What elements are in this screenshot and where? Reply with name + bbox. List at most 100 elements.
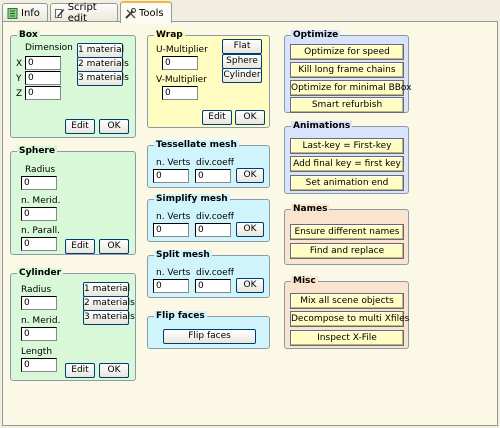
cylinder-ok-button[interactable]: OK: [99, 363, 129, 378]
cylinder-radius-field[interactable]: 0: [21, 296, 57, 310]
wrap-u-field[interactable]: 0: [162, 56, 198, 70]
box-x-label: X: [16, 59, 23, 69]
cylinder-1-material-button[interactable]: 1 material: [83, 282, 130, 297]
tessellate-group: Tessellate mesh n. Verts div.coeff 0 0 O…: [147, 140, 270, 188]
split-group: Split mesh n. Verts div.coeff 0 0 OK: [147, 250, 270, 298]
flip-title: Flip faces: [154, 311, 207, 321]
box-group: Box Dimension X 0 Y 0 Z 0 1 material 2 m…: [10, 30, 136, 138]
split-div-label: div.coeff: [196, 268, 234, 278]
add-final-key-button[interactable]: Add final key = first key: [290, 156, 404, 172]
wrap-edit-button[interactable]: Edit: [202, 110, 232, 125]
cylinder-2-materials-button[interactable]: 2 materials: [83, 296, 135, 311]
wrap-u-label: U-Multiplier: [156, 45, 208, 55]
script-edit-icon: [55, 8, 65, 18]
wrap-title: Wrap: [154, 30, 185, 40]
wrap-flat-button[interactable]: Flat: [222, 39, 262, 54]
optimize-minimal-bbox-button[interactable]: Optimize for minimal BBox: [290, 80, 411, 96]
simplify-group: Simplify mesh n. Verts div.coeff 0 0 OK: [147, 194, 270, 242]
cylinder-length-field[interactable]: 0: [21, 358, 57, 372]
sphere-merid-label: n. Merid.: [21, 196, 61, 206]
cylinder-length-label: Length: [21, 347, 53, 357]
optimize-for-speed-button[interactable]: Optimize for speed: [290, 44, 404, 60]
kill-long-frame-chains-button[interactable]: Kill long frame chains: [290, 62, 404, 78]
box-x-field[interactable]: 0: [25, 56, 61, 70]
sphere-radius-field[interactable]: 0: [21, 176, 57, 190]
sphere-radius-label: Radius: [25, 165, 56, 175]
tessellate-ok-button[interactable]: OK: [236, 168, 264, 183]
optimize-group: Optimize Optimize for speed Kill long fr…: [284, 30, 411, 113]
box-y-field[interactable]: 0: [25, 71, 61, 85]
wrap-ok-button[interactable]: OK: [235, 110, 265, 125]
cylinder-merid-field[interactable]: 0: [21, 327, 57, 341]
tab-script-edit[interactable]: Script edit: [50, 2, 118, 24]
tessellate-verts-label: n. Verts: [156, 158, 191, 168]
simplify-div-field[interactable]: 0: [195, 223, 231, 237]
sphere-ok-button[interactable]: OK: [99, 239, 129, 254]
tessellate-div-field[interactable]: 0: [195, 169, 231, 183]
wrap-group: Wrap U-Multiplier 0 V-Multiplier 0 Flat …: [147, 30, 270, 128]
tessellate-verts-field[interactable]: 0: [153, 169, 189, 183]
wrap-sphere-button[interactable]: Sphere: [222, 54, 262, 69]
split-title: Split mesh: [154, 250, 212, 260]
tessellate-title: Tessellate mesh: [154, 140, 239, 150]
simplify-verts-label: n. Verts: [156, 212, 191, 222]
sphere-merid-field[interactable]: 0: [21, 207, 57, 221]
tools-icon: [125, 7, 136, 19]
sphere-group: Sphere Radius 0 n. Merid. 0 n. Parall. 0…: [10, 146, 136, 255]
box-title: Box: [17, 30, 40, 40]
cylinder-3-materials-button[interactable]: 3 materials: [83, 310, 135, 325]
cylinder-edit-button[interactable]: Edit: [65, 363, 95, 378]
tab-info-label: Info: [21, 7, 40, 19]
cylinder-title: Cylinder: [17, 268, 64, 278]
info-icon: [7, 7, 18, 19]
wrap-cylinder-button[interactable]: Cylinder: [222, 68, 262, 83]
decompose-multi-xfiles-button[interactable]: Decompose to multi Xfiles: [290, 311, 409, 327]
sphere-edit-button[interactable]: Edit: [65, 239, 95, 254]
mix-all-scene-objects-button[interactable]: Mix all scene objects: [290, 293, 404, 309]
last-key-first-key-button[interactable]: Last-key = First-key: [290, 138, 404, 154]
cylinder-group: Cylinder Radius 0 n. Merid. 0 Length 0 1…: [10, 268, 136, 381]
box-edit-button[interactable]: Edit: [65, 119, 95, 134]
sphere-parall-field[interactable]: 0: [21, 237, 57, 251]
wrap-v-label: V-Multiplier: [156, 75, 207, 85]
simplify-title: Simplify mesh: [154, 194, 230, 204]
simplify-div-label: div.coeff: [196, 212, 234, 222]
misc-group: Misc Mix all scene objects Decompose to …: [284, 276, 409, 349]
simplify-verts-field[interactable]: 0: [153, 223, 189, 237]
box-ok-button[interactable]: OK: [99, 119, 129, 134]
inspect-x-file-button[interactable]: Inspect X-File: [290, 330, 404, 346]
tessellate-div-label: div.coeff: [196, 158, 234, 168]
box-1-material-button[interactable]: 1 material: [77, 43, 124, 58]
flip-faces-button[interactable]: Flip faces: [163, 329, 256, 344]
ensure-different-names-button[interactable]: Ensure different names: [290, 224, 404, 240]
names-group: Names Ensure different names Find and re…: [284, 204, 409, 265]
split-div-field[interactable]: 0: [195, 279, 231, 293]
names-title: Names: [291, 204, 330, 214]
misc-title: Misc: [291, 276, 318, 286]
cylinder-radius-label: Radius: [21, 285, 52, 295]
box-z-label: Z: [16, 89, 23, 99]
optimize-title: Optimize: [291, 30, 341, 40]
box-z-field[interactable]: 0: [25, 86, 61, 100]
split-verts-field[interactable]: 0: [153, 279, 189, 293]
smart-refurbish-button[interactable]: Smart refurbish: [290, 97, 404, 113]
sphere-parall-label: n. Parall.: [21, 226, 61, 236]
set-animation-end-button[interactable]: Set animation end: [290, 175, 404, 191]
flip-group: Flip faces Flip faces: [147, 311, 270, 349]
box-3-materials-button[interactable]: 3 materials: [77, 71, 129, 86]
box-y-label: Y: [16, 74, 22, 84]
tab-info[interactable]: Info: [2, 3, 48, 22]
tab-tools-label: Tools: [139, 7, 164, 19]
tab-tools[interactable]: Tools: [120, 1, 172, 23]
wrap-v-field[interactable]: 0: [162, 86, 198, 100]
box-dimension-label: Dimension: [25, 43, 73, 53]
box-2-materials-button[interactable]: 2 materials: [77, 57, 129, 72]
split-verts-label: n. Verts: [156, 268, 191, 278]
animations-title: Animations: [291, 121, 353, 131]
sphere-title: Sphere: [17, 146, 57, 156]
split-ok-button[interactable]: OK: [236, 278, 264, 293]
animations-group: Animations Last-key = First-key Add fina…: [284, 121, 409, 194]
cylinder-merid-label: n. Merid.: [21, 316, 61, 326]
simplify-ok-button[interactable]: OK: [236, 222, 264, 237]
find-and-replace-button[interactable]: Find and replace: [290, 243, 404, 259]
